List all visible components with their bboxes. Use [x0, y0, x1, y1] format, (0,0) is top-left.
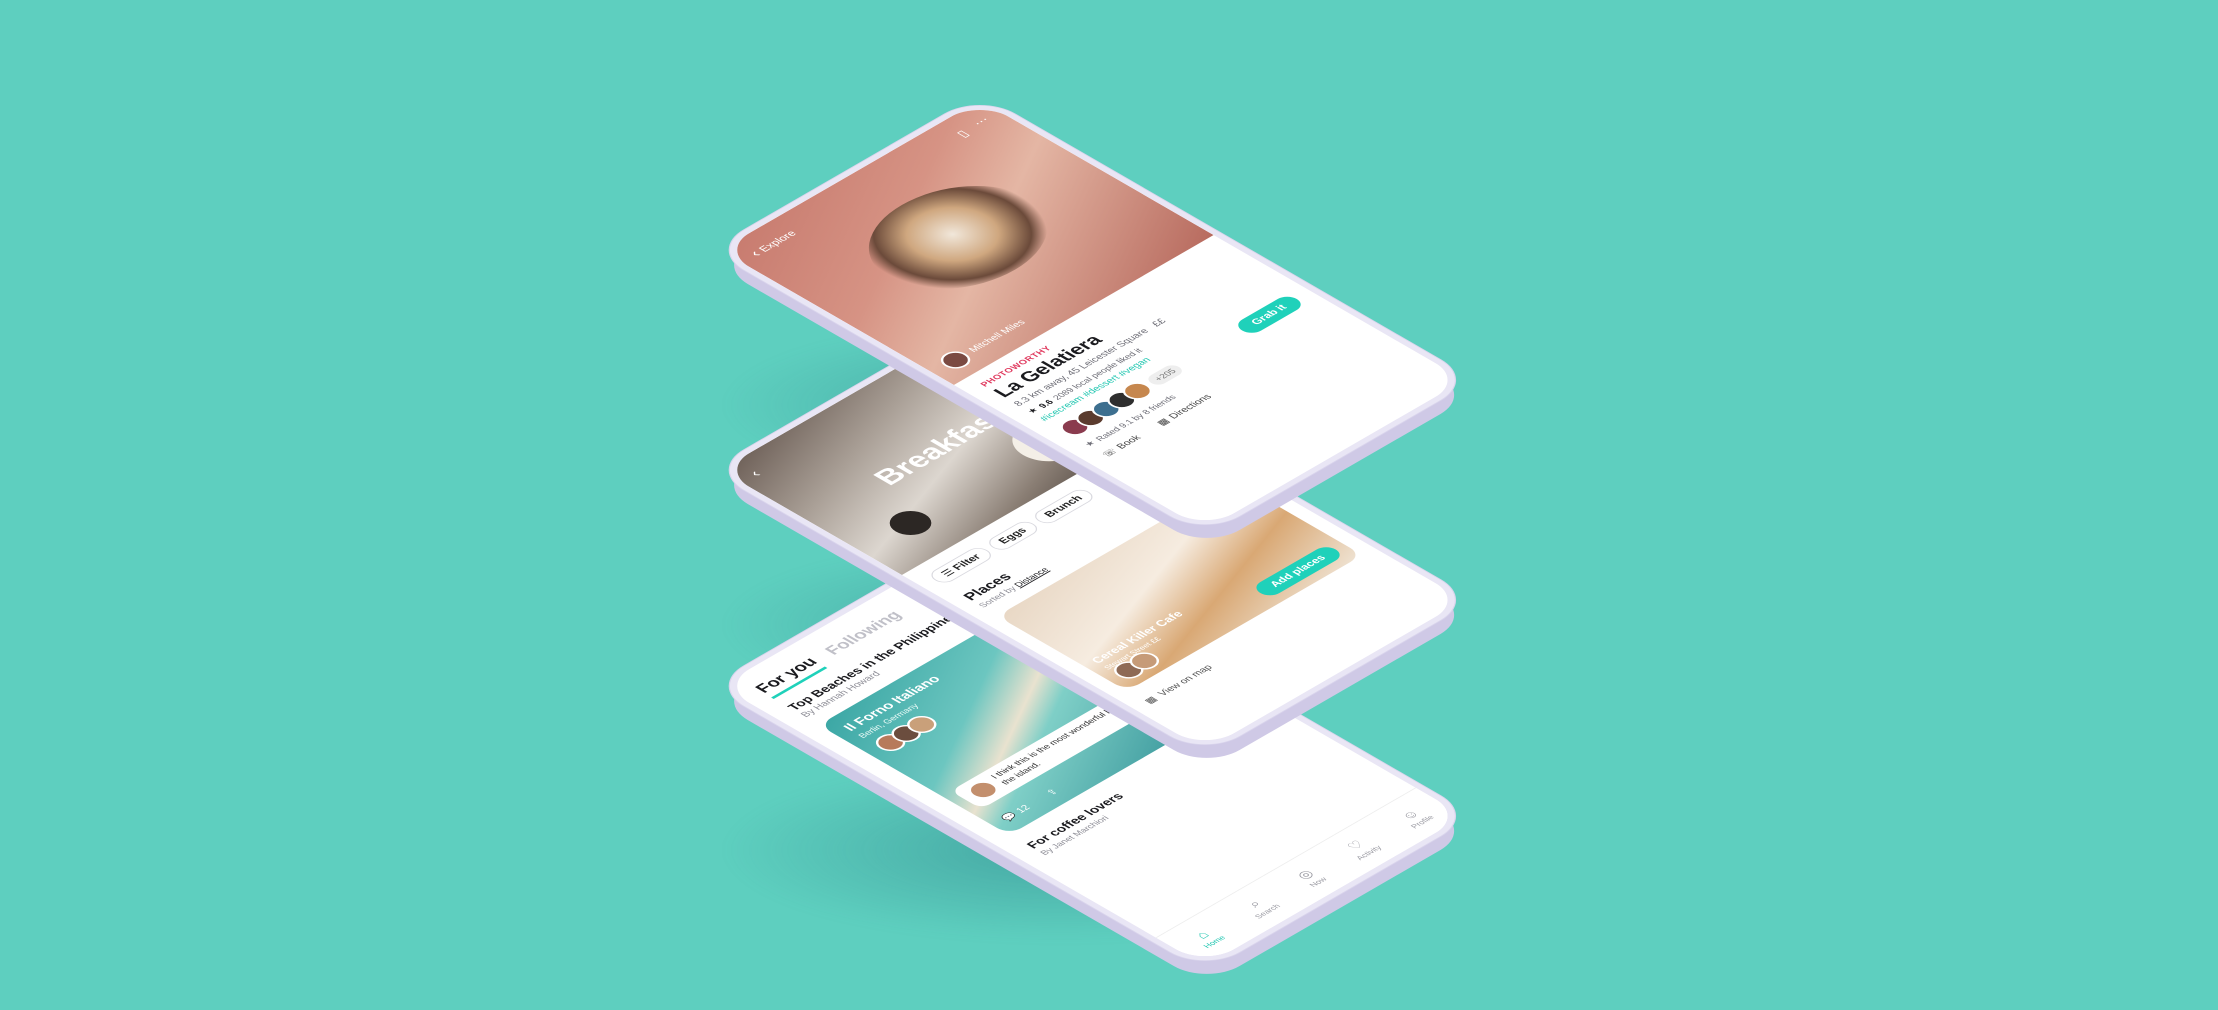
back-icon[interactable]: ‹ [746, 468, 766, 480]
star-icon: ★ [1024, 405, 1041, 415]
share-icon[interactable]: ⇪ [1044, 788, 1061, 798]
isometric-stage: For you Following Top Beaches in the Phi… [0, 0, 2218, 1010]
rating-value: 9.6 [1035, 397, 1056, 410]
place-price: ££ [1147, 635, 1164, 645]
comment-icon[interactable]: 💬 [1000, 811, 1020, 823]
back-button[interactable]: ‹ Explore [746, 228, 802, 260]
bottom-nav: ⌂ Home ⌕ Search ◎ Now ♡ Activity ☺ Profile [1155, 787, 1465, 966]
map-icon: ▦ [1155, 417, 1173, 428]
more-icon[interactable]: ··· [969, 114, 993, 128]
phone-icon: ☏ [1100, 447, 1121, 459]
bookmark-icon[interactable]: ▯ [953, 128, 973, 140]
more-avatars-count[interactable]: +205 [1144, 362, 1187, 387]
nav-now[interactable]: ◎ Now [1291, 866, 1329, 888]
back-label: Explore [756, 229, 800, 254]
map-icon: ▦ [1142, 695, 1161, 706]
place-price: ££ [1149, 317, 1169, 329]
nav-activity[interactable]: ♡ Activity [1338, 835, 1384, 861]
coffee-cup [881, 506, 940, 540]
comment-count: 12 [1013, 803, 1034, 815]
nav-profile[interactable]: ☺ Profile [1393, 805, 1435, 830]
nav-home[interactable]: ⌂ Home [1185, 925, 1227, 949]
star-icon: ★ [1081, 438, 1098, 448]
acai-bowl [832, 165, 1084, 310]
commenter-avatar [962, 778, 1005, 802]
author-avatar [934, 348, 977, 372]
nav-search[interactable]: ⌕ Search [1236, 893, 1283, 920]
book-label: Book [1114, 433, 1144, 451]
filter-label: Filter [950, 552, 984, 573]
